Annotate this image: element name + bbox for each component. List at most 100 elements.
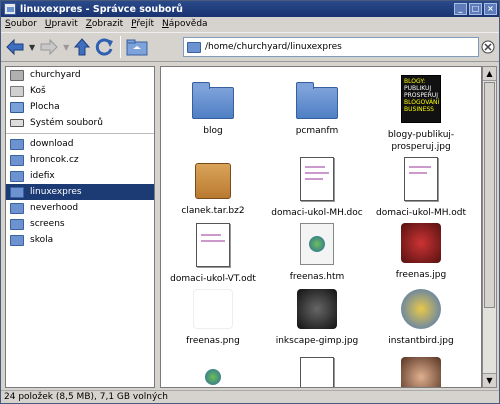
- location-field[interactable]: /home/churchyard/linuxexpres: [183, 37, 479, 57]
- menu-upravit[interactable]: Upravit: [45, 19, 78, 29]
- file-label: pcmanfm: [295, 126, 339, 136]
- sidebar-item-linuxexpres[interactable]: linuxexpres: [6, 184, 154, 200]
- menu-bar: Soubor Upravit Zobrazit Přejít Nápověda: [1, 17, 499, 31]
- reload-button[interactable]: [95, 36, 115, 58]
- forward-button[interactable]: [39, 36, 59, 58]
- file-item[interactable]: blog: [161, 75, 265, 137]
- file-item[interactable]: pcmanfm: [265, 75, 369, 137]
- back-arrow-icon: [6, 38, 24, 56]
- file-item[interactable]: domaci-ukol-MH.odt: [369, 157, 473, 219]
- file-item[interactable]: [161, 357, 265, 387]
- close-button[interactable]: ×: [484, 3, 497, 15]
- home-folder-icon: [126, 39, 148, 56]
- folder-icon: [192, 82, 234, 119]
- trash-icon: [10, 85, 24, 97]
- sidebar-item-idefix[interactable]: idefix: [6, 168, 154, 184]
- file-label: domaci-ukol-MH.odt: [375, 208, 467, 218]
- image-thumbnail: [401, 357, 441, 387]
- desktop-icon: [10, 101, 24, 113]
- file-label: domaci-ukol-MH.doc: [271, 208, 363, 218]
- file-view: blog pcmanfm BLOGY: PUBLIKUJ PROSPERUJ B…: [160, 66, 482, 388]
- sidebar-item-skola[interactable]: skola: [6, 232, 154, 248]
- file-manager-window: linuxexpres - Správce souborů _ □ × Soub…: [0, 0, 500, 404]
- file-item[interactable]: clanek.tar.bz2: [161, 157, 265, 217]
- folder-icon: [187, 41, 201, 53]
- title-bar[interactable]: linuxexpres - Správce souborů _ □ ×: [1, 1, 499, 17]
- toolbar-separator: [120, 36, 122, 58]
- file-item[interactable]: inkscape-gimp.jpg: [265, 289, 369, 347]
- image-thumbnail: [401, 289, 441, 329]
- folder-icon: [10, 170, 24, 182]
- vertical-scrollbar[interactable]: ▲ ▼: [482, 66, 497, 388]
- file-item[interactable]: [265, 357, 369, 387]
- reload-icon: [96, 38, 114, 56]
- file-label: clanek.tar.bz2: [181, 206, 245, 216]
- sidebar-item-kos[interactable]: Koš: [6, 83, 154, 99]
- maximize-button[interactable]: □: [469, 3, 482, 15]
- file-label: freenas.jpg: [395, 270, 447, 280]
- location-text: /home/churchyard/linuxexpres: [205, 42, 342, 52]
- clear-location-button[interactable]: [479, 37, 497, 57]
- forward-arrow-icon: [40, 38, 58, 56]
- sidebar-item-plocha[interactable]: Plocha: [6, 99, 154, 115]
- menu-napoveda[interactable]: Nápověda: [162, 19, 208, 29]
- html-file-icon: [300, 223, 334, 265]
- folder-icon: [296, 82, 338, 119]
- file-item[interactable]: BLOGY: PUBLIKUJ PROSPERUJ BLOGOVÁNÍ BUSI…: [369, 75, 473, 153]
- image-thumbnail: [297, 289, 337, 329]
- file-label: blogy-publikuj-prosperuj.jpg: [387, 130, 455, 152]
- folder-icon: [10, 186, 24, 198]
- document-thumbnail: [300, 357, 334, 387]
- scroll-down-icon[interactable]: ▼: [483, 373, 496, 387]
- file-label: freenas.png: [186, 336, 240, 346]
- document-thumbnail: [196, 223, 230, 267]
- clear-icon: [481, 40, 495, 54]
- up-button[interactable]: [73, 36, 91, 58]
- drive-icon: [10, 119, 24, 127]
- sidebar-divider: [6, 133, 154, 134]
- image-thumbnail: [193, 289, 233, 329]
- status-bar: 24 položek (8,5 MB), 7,1 GB volných: [1, 390, 499, 403]
- document-thumbnail: [300, 157, 334, 201]
- menu-zobrazit[interactable]: Zobrazit: [86, 19, 123, 29]
- sidebar-item-screens[interactable]: screens: [6, 216, 154, 232]
- file-item[interactable]: domaci-ukol-MH.doc: [265, 157, 369, 219]
- image-thumbnail: [401, 223, 441, 263]
- home-icon: [10, 69, 24, 81]
- sidebar-item-system[interactable]: Systém souborů: [6, 115, 154, 131]
- minimize-button[interactable]: _: [454, 3, 467, 15]
- document-thumbnail: [404, 157, 438, 201]
- forward-history-dropdown-icon[interactable]: ▼: [63, 43, 69, 52]
- sidebar-item-hroncok[interactable]: hroncok.cz: [6, 152, 154, 168]
- globe-icon: [309, 236, 325, 252]
- file-label: blog: [203, 126, 223, 136]
- sidebar-item-neverhood[interactable]: neverhood: [6, 200, 154, 216]
- file-item[interactable]: [369, 357, 473, 387]
- sidebar-item-download[interactable]: download: [6, 136, 154, 152]
- file-item[interactable]: freenas.png: [161, 289, 265, 347]
- file-item[interactable]: freenas.jpg: [369, 223, 473, 281]
- image-thumbnail: [205, 369, 221, 385]
- archive-icon: [195, 163, 231, 199]
- menu-soubor[interactable]: Soubor: [5, 19, 37, 29]
- file-label: inkscape-gimp.jpg: [275, 336, 359, 346]
- up-arrow-icon: [74, 38, 91, 56]
- file-item[interactable]: instantbird.jpg: [369, 289, 473, 347]
- sidebar-item-churchyard[interactable]: churchyard: [6, 67, 154, 83]
- home-button[interactable]: [126, 36, 148, 58]
- back-button[interactable]: [5, 36, 25, 58]
- file-item[interactable]: freenas.htm: [265, 223, 369, 283]
- folder-icon: [10, 202, 24, 214]
- scrollbar-thumb[interactable]: [484, 82, 495, 308]
- scroll-up-icon[interactable]: ▲: [483, 67, 496, 81]
- back-history-dropdown-icon[interactable]: ▼: [29, 43, 35, 52]
- file-label: domaci-ukol-VT.odt: [170, 274, 256, 284]
- folder-icon: [10, 234, 24, 246]
- window-app-icon[interactable]: [4, 3, 16, 15]
- folder-icon: [10, 138, 24, 150]
- file-item[interactable]: domaci-ukol-VT.odt: [161, 223, 265, 285]
- status-text: 24 položek (8,5 MB), 7,1 GB volných: [4, 392, 168, 402]
- sidebar: churchyard Koš Plocha Systém souborů dow…: [5, 66, 155, 388]
- window-title: linuxexpres - Správce souborů: [20, 3, 183, 15]
- menu-prejit[interactable]: Přejít: [131, 19, 154, 29]
